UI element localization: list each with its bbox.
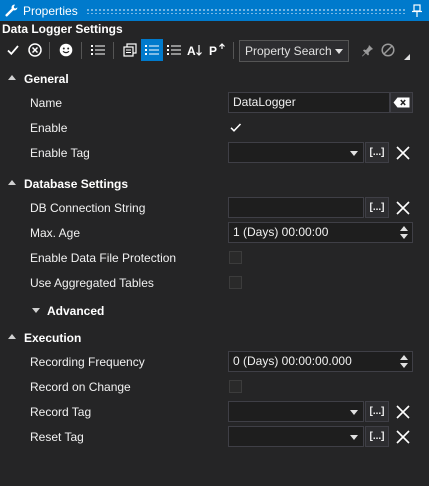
disable-icon[interactable] bbox=[377, 39, 399, 61]
clear-button[interactable] bbox=[392, 426, 414, 447]
file-protection-checkbox[interactable] bbox=[229, 251, 242, 264]
categorized-list-icon[interactable] bbox=[141, 39, 163, 61]
toolbar: A P Property Search bbox=[0, 38, 429, 64]
wrench-icon bbox=[5, 4, 19, 18]
clear-button[interactable] bbox=[392, 142, 414, 163]
property-search-combo[interactable]: Property Search bbox=[239, 40, 349, 62]
spinner-arrows-icon[interactable] bbox=[400, 225, 408, 240]
property-row-recording-frequency: Recording Frequency 0 (Days) 00:00:00.00… bbox=[0, 349, 429, 374]
reset-tag-dropdown[interactable] bbox=[228, 426, 364, 447]
property-label: Max. Age bbox=[30, 226, 81, 240]
category-database-settings[interactable]: Database Settings bbox=[0, 171, 429, 196]
resize-triangle-icon[interactable] bbox=[404, 54, 410, 60]
property-label: Enable Data File Protection bbox=[30, 251, 177, 265]
property-row-reset-tag: Reset Tag [...] bbox=[0, 424, 429, 449]
record-tag-dropdown[interactable] bbox=[228, 401, 364, 422]
db-connection-input[interactable] bbox=[228, 197, 364, 218]
property-label: Record Tag bbox=[30, 405, 92, 419]
clear-button[interactable] bbox=[392, 401, 414, 422]
spinner-arrows-icon[interactable] bbox=[400, 354, 408, 369]
spinner-value: 1 (Days) 00:00:00 bbox=[233, 225, 329, 239]
browse-button[interactable]: [...] bbox=[365, 142, 389, 163]
list-icon[interactable] bbox=[87, 39, 109, 61]
property-label: Record on Change bbox=[30, 380, 131, 394]
property-row-record-on-change: Record on Change bbox=[0, 374, 429, 399]
sort-az-icon[interactable]: A bbox=[185, 39, 207, 61]
spinner-value: 0 (Days) 00:00:00.000 bbox=[233, 354, 352, 368]
property-row-file-protection: Enable Data File Protection bbox=[0, 245, 429, 270]
property-pages-icon[interactable]: P bbox=[207, 39, 229, 61]
property-row-max-age: Max. Age 1 (Days) 00:00:00 bbox=[0, 220, 429, 245]
alphabetical-list-icon[interactable] bbox=[163, 39, 185, 61]
clear-button[interactable] bbox=[392, 197, 414, 218]
record-on-change-checkbox[interactable] bbox=[229, 380, 242, 393]
close-icon bbox=[396, 429, 410, 444]
property-search-label: Property Search bbox=[245, 44, 332, 58]
clear-text-button[interactable] bbox=[390, 92, 413, 113]
pages-icon[interactable] bbox=[119, 39, 141, 61]
property-row-enable-tag: Enable Tag [...] bbox=[0, 140, 429, 165]
chevron-down-icon bbox=[350, 151, 358, 156]
property-label: Name bbox=[30, 96, 63, 110]
property-label: Use Aggregated Tables bbox=[30, 276, 154, 290]
category-label: Execution bbox=[24, 331, 82, 345]
backspace-icon bbox=[393, 97, 410, 108]
svg-text:P: P bbox=[209, 44, 217, 57]
category-label: Database Settings bbox=[24, 177, 129, 191]
property-label: Recording Frequency bbox=[30, 355, 145, 369]
cancel-circle-icon[interactable] bbox=[24, 39, 46, 61]
checkmark-icon[interactable] bbox=[2, 39, 24, 61]
category-general[interactable]: General bbox=[0, 66, 429, 91]
chevron-down-icon bbox=[350, 410, 358, 415]
browse-button[interactable]: [...] bbox=[365, 426, 389, 447]
toolbar-separator bbox=[81, 42, 82, 59]
toolbar-separator bbox=[49, 42, 50, 59]
name-input[interactable]: DataLogger bbox=[228, 92, 390, 113]
browse-button[interactable]: [...] bbox=[365, 197, 389, 218]
aggregated-tables-checkbox[interactable] bbox=[229, 276, 242, 289]
collapse-arrow-icon[interactable] bbox=[8, 180, 16, 185]
toolbar-separator bbox=[233, 42, 234, 59]
smiley-icon[interactable] bbox=[55, 39, 77, 61]
enable-checkbox[interactable] bbox=[229, 121, 242, 134]
window-titlebar: Properties bbox=[0, 0, 429, 21]
selected-object-title: Data Logger Settings bbox=[2, 22, 123, 36]
collapse-arrow-icon[interactable] bbox=[8, 75, 16, 80]
property-label: Enable Tag bbox=[30, 146, 90, 160]
property-label: Reset Tag bbox=[30, 430, 84, 444]
pin-window-icon[interactable] bbox=[411, 4, 423, 18]
chevron-down-icon bbox=[350, 435, 358, 440]
window-title: Properties bbox=[23, 3, 78, 18]
property-row-enable: Enable bbox=[0, 115, 429, 140]
category-label: General bbox=[24, 72, 69, 86]
toolbar-separator bbox=[113, 42, 114, 59]
category-execution[interactable]: Execution bbox=[0, 325, 429, 350]
collapse-arrow-icon[interactable] bbox=[8, 334, 16, 339]
pin-icon[interactable] bbox=[356, 39, 378, 61]
property-row-db-connection: DB Connection String [...] bbox=[0, 195, 429, 220]
close-icon bbox=[396, 145, 410, 160]
property-row-record-tag: Record Tag [...] bbox=[0, 399, 429, 424]
svg-text:A: A bbox=[187, 44, 196, 57]
property-row-aggregated-tables: Use Aggregated Tables bbox=[0, 270, 429, 295]
checkmark-icon bbox=[230, 123, 242, 132]
property-label: Enable bbox=[30, 121, 68, 135]
close-icon bbox=[396, 404, 410, 419]
browse-button[interactable]: [...] bbox=[365, 401, 389, 422]
property-row-name: Name DataLogger bbox=[0, 90, 429, 115]
recording-frequency-spinner[interactable]: 0 (Days) 00:00:00.000 bbox=[228, 351, 413, 372]
enable-tag-dropdown[interactable] bbox=[228, 142, 364, 163]
category-advanced[interactable]: Advanced bbox=[0, 298, 429, 323]
max-age-spinner[interactable]: 1 (Days) 00:00:00 bbox=[228, 222, 413, 243]
chevron-down-icon bbox=[335, 49, 343, 54]
expand-arrow-icon[interactable] bbox=[32, 308, 40, 313]
property-label: DB Connection String bbox=[30, 201, 146, 215]
close-icon bbox=[396, 200, 410, 215]
category-label: Advanced bbox=[47, 304, 105, 318]
titlebar-grip[interactable] bbox=[85, 7, 405, 14]
